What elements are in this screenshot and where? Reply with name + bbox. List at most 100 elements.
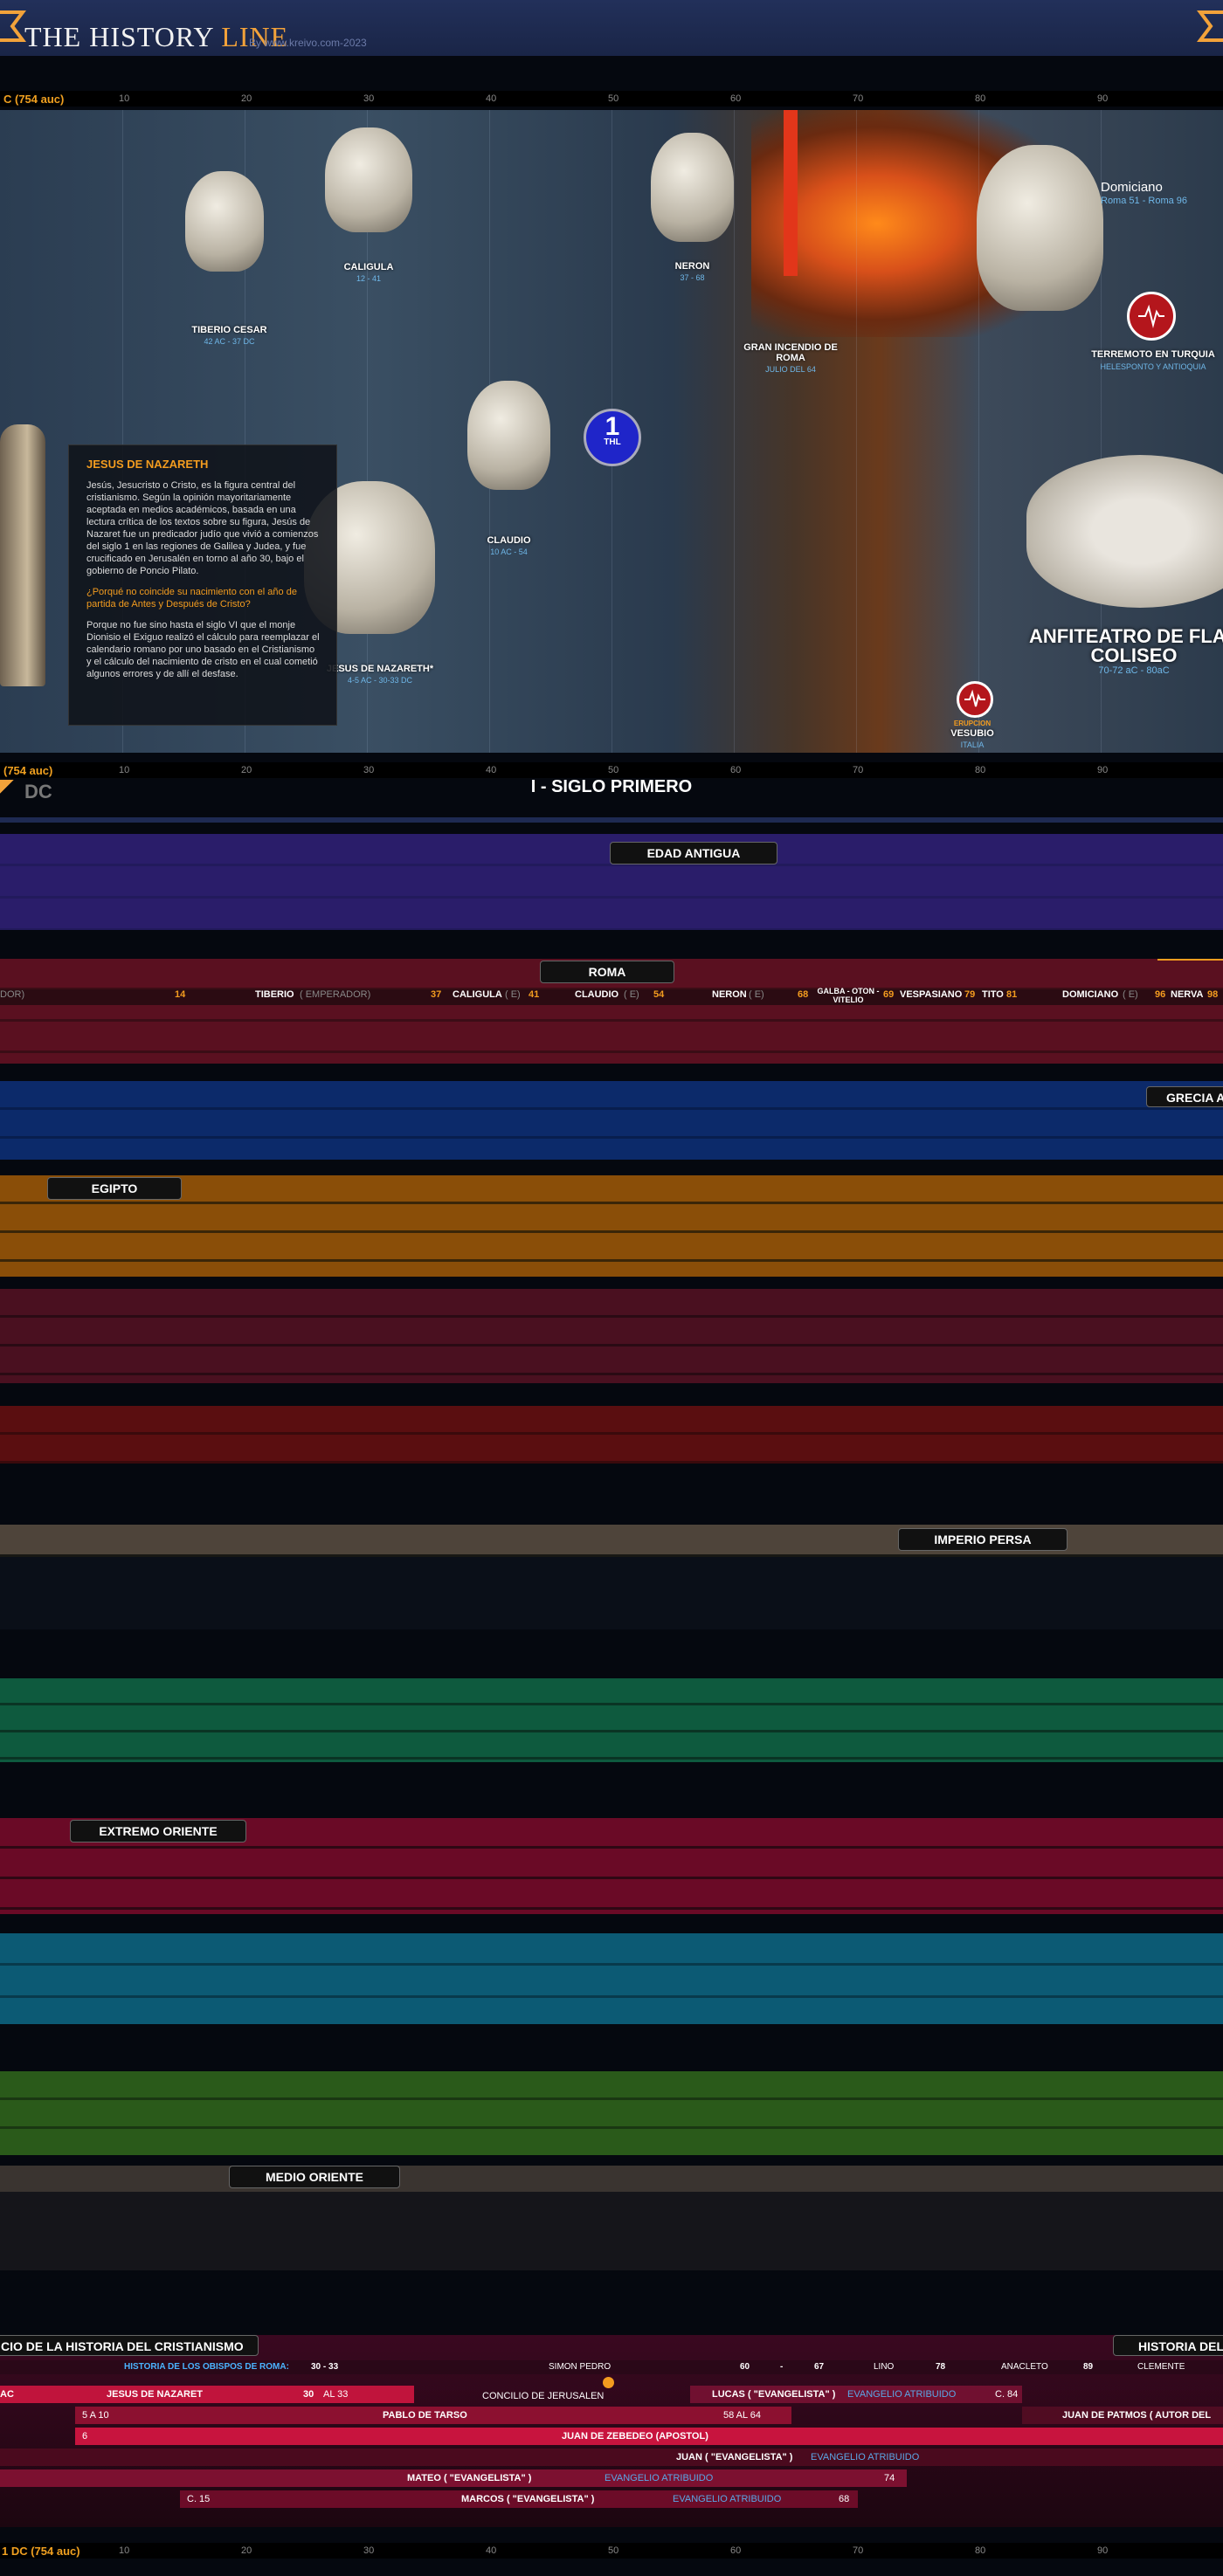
vesubio-place: ITALIA bbox=[960, 740, 985, 749]
extremo-oriente-label[interactable]: EXTREMO ORIENTE bbox=[70, 1820, 246, 1842]
ruler-tick: 70 bbox=[853, 93, 864, 104]
roma-label[interactable]: ROMA bbox=[540, 961, 674, 983]
bishop-year: 60 bbox=[740, 2362, 750, 2372]
emperor-name[interactable]: GALBA - OTON - VITELIO bbox=[814, 987, 882, 1004]
divider bbox=[0, 817, 1223, 823]
century-title: I - SIGLO PRIMERO bbox=[530, 777, 693, 796]
domiciano-dates: Roma 51 - Roma 96 bbox=[1101, 196, 1188, 206]
emperor-title: ( E) bbox=[505, 989, 521, 1000]
emperor-name[interactable]: NERVA bbox=[1171, 989, 1204, 1000]
bishop-name[interactable]: LINO bbox=[874, 2362, 894, 2372]
emperor-name[interactable]: TIBERIO bbox=[255, 989, 294, 1000]
gran-incendio-label[interactable]: GRAN INCENDIO DE ROMA bbox=[743, 342, 839, 363]
domiciano-bust[interactable] bbox=[977, 145, 1103, 311]
historia-label[interactable]: HISTORIA DEL bbox=[1113, 2335, 1223, 2356]
tiberio-bust[interactable] bbox=[185, 171, 264, 272]
roma-row-year: 79 bbox=[964, 989, 976, 1000]
era-label: C (754 auc) bbox=[3, 93, 65, 106]
eruption-icon[interactable] bbox=[957, 681, 993, 718]
grecia-label[interactable]: GRECIA A bbox=[1146, 1086, 1223, 1107]
bishop-name[interactable]: SIMON PEDRO bbox=[549, 2362, 611, 2372]
terremoto-place: HELESPONTO Y ANTIOQUIA bbox=[1100, 362, 1206, 371]
roma-row-year: 68 bbox=[798, 989, 809, 1000]
bishop-name[interactable]: ANACLETO bbox=[1001, 2362, 1048, 2372]
info-question: ¿Porqué no coincide su nacimiento con el… bbox=[86, 587, 297, 610]
event-dot[interactable] bbox=[603, 2377, 614, 2388]
roma-row-year: 98 bbox=[1207, 989, 1219, 1000]
roma-row-year: 96 bbox=[1155, 989, 1166, 1000]
person-dates: 10 AC - 54 bbox=[490, 548, 528, 556]
obispos-years: 30 - 33 bbox=[311, 2362, 339, 2372]
terremoto-label: TERREMOTO EN TURQUIA bbox=[1091, 349, 1215, 360]
claudio-bust[interactable] bbox=[467, 381, 550, 490]
coliseo-illustration[interactable] bbox=[1026, 455, 1223, 608]
ruler-tick: 50 bbox=[608, 93, 619, 104]
ruler-tick: 40 bbox=[486, 765, 497, 775]
band-marker bbox=[1157, 959, 1223, 961]
bar-year: 68 bbox=[839, 2494, 850, 2504]
roma-row-year: 81 bbox=[1006, 989, 1018, 1000]
top-ruler: C (754 auc) 10 20 30 40 50 60 70 80 90 bbox=[0, 91, 1223, 107]
byline: By www.kreivo.com-2023 bbox=[249, 37, 367, 49]
emperor-name[interactable]: CLAUDIO bbox=[575, 989, 618, 1000]
bar-label: JUAN DE ZEBEDEO (APOSTOL) bbox=[562, 2431, 708, 2442]
thl-badge[interactable]: 1 THL bbox=[584, 409, 641, 466]
emperor-name[interactable]: CALIGULA bbox=[453, 989, 502, 1000]
ruler-tick: 20 bbox=[241, 2545, 252, 2556]
mid-ruler: (754 auc) 10 20 30 40 50 60 70 80 90 bbox=[0, 762, 1223, 778]
ruler-tick: 90 bbox=[1097, 2545, 1109, 2556]
medio-oriente-band bbox=[0, 2166, 1223, 2270]
jesus-bar[interactable] bbox=[0, 2386, 414, 2403]
earthquake-icon[interactable] bbox=[1127, 292, 1176, 341]
jesus-info-panel: JESUS DE NAZARETH Jesús, Jesucristo o Cr… bbox=[68, 444, 337, 726]
roma-row-year: 41 bbox=[529, 989, 540, 1000]
bar-note: EVANGELIO ATRIBUIDO bbox=[811, 2452, 920, 2462]
ruler-tick: 10 bbox=[119, 93, 130, 104]
person-name: TIBERIO CESAR bbox=[191, 325, 267, 335]
emperor-name[interactable]: DOMICIANO bbox=[1062, 989, 1118, 1000]
bar-label: AC bbox=[0, 2389, 14, 2400]
ruler-tick: 50 bbox=[608, 765, 619, 775]
bishop-name[interactable]: CLEMENTE bbox=[1137, 2362, 1185, 2372]
emperor-title: ( E) bbox=[1123, 989, 1138, 1000]
bar-year: AL 33 bbox=[323, 2389, 349, 2400]
egipto-label[interactable]: EGIPTO bbox=[47, 1177, 182, 1200]
ruler-tick: 80 bbox=[975, 93, 986, 104]
anfiteatro-dates: 70-72 aC - 80aC bbox=[1098, 665, 1170, 676]
neron-bust[interactable] bbox=[651, 133, 734, 242]
emperor-name[interactable]: VESPASIANO bbox=[900, 989, 962, 1000]
edad-antigua-label[interactable]: EDAD ANTIGUA bbox=[610, 842, 777, 864]
medio-oriente-label[interactable]: MEDIO ORIENTE bbox=[229, 2166, 400, 2188]
caligula-bust[interactable] bbox=[325, 127, 412, 232]
cristianismo-label[interactable]: CIO DE LA HISTORIA DEL CRISTIANISMO bbox=[0, 2335, 259, 2356]
bishop-year: 78 bbox=[936, 2362, 946, 2372]
obispos-label: HISTORIA DE LOS OBISPOS DE ROMA: bbox=[124, 2362, 289, 2372]
info-title: JESUS DE NAZARETH bbox=[86, 458, 209, 471]
roma-row-year: 37 bbox=[431, 989, 442, 1000]
era-label: (754 auc) bbox=[3, 764, 53, 777]
vesubio-label: VESUBIO bbox=[950, 728, 994, 739]
emperor-name[interactable]: NERON bbox=[712, 989, 747, 1000]
emperor-name[interactable]: TITO bbox=[982, 989, 1004, 1000]
bar-year: 58 AL 64 bbox=[723, 2410, 762, 2421]
ruler-tick: 90 bbox=[1097, 765, 1109, 775]
ruler-tick: 20 bbox=[241, 93, 252, 104]
event-label[interactable]: CONCILIO DE JERUSALEN bbox=[482, 2391, 604, 2401]
imperio-persa-label[interactable]: IMPERIO PERSA bbox=[898, 1528, 1068, 1551]
person-dates: 12 - 41 bbox=[356, 274, 382, 283]
bar-label: JUAN ( "EVANGELISTA" ) bbox=[676, 2452, 793, 2462]
bishop-year: - bbox=[780, 2362, 784, 2372]
ruler-tick: 30 bbox=[363, 2545, 375, 2556]
erupcion-label: ERUPCION bbox=[953, 720, 992, 727]
band-10 bbox=[0, 2071, 1223, 2155]
bishop-year: 89 bbox=[1083, 2362, 1094, 2372]
bar-label: MARCOS ( "EVANGELISTA" ) bbox=[461, 2494, 595, 2504]
bar-year: 6 bbox=[82, 2431, 88, 2442]
emperor-title: ( EMPERADOR) bbox=[300, 989, 371, 1000]
bar-year: C. 84 bbox=[995, 2389, 1019, 2400]
ruler-tick: 60 bbox=[730, 93, 742, 104]
person-dates: 42 AC - 37 DC bbox=[204, 337, 255, 346]
person-name: CLAUDIO bbox=[487, 535, 531, 546]
juan-bar[interactable] bbox=[0, 2449, 1223, 2466]
roma-row-year: 54 bbox=[653, 989, 665, 1000]
